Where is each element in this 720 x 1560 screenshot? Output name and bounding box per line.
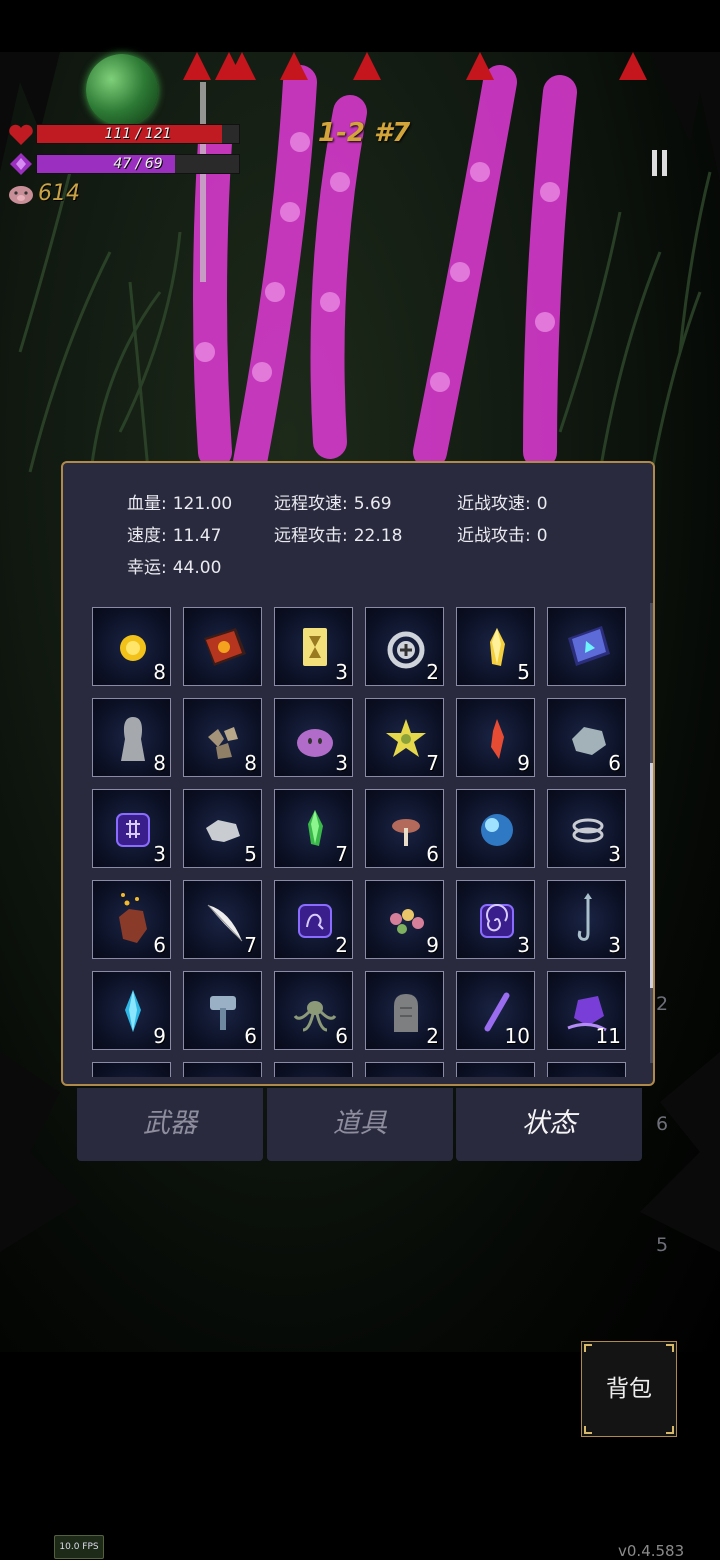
item-slot[interactable] (92, 1062, 171, 1077)
item-slot[interactable]: 3 (274, 698, 353, 777)
item-slot[interactable]: 8 (183, 698, 262, 777)
health-bar: 111 / 121 (36, 124, 240, 144)
item-count: 8 (153, 751, 166, 775)
item-slot[interactable]: 10 (456, 971, 535, 1050)
item-count: 6 (426, 842, 439, 866)
item-count: 3 (517, 933, 530, 957)
item-count: 6 (335, 1024, 348, 1048)
item-count: 3 (335, 751, 348, 775)
item-count: 8 (153, 660, 166, 684)
stat-ranged-speed: 远程攻速: 5.69 (274, 494, 392, 514)
backpack-button[interactable]: 背包 (581, 1341, 677, 1437)
item-count: 7 (244, 933, 257, 957)
item-count: 8 (244, 751, 257, 775)
item-slot[interactable] (547, 607, 626, 686)
piggy-bank-icon (7, 182, 35, 210)
character-orb (86, 54, 158, 126)
item-count: 6 (244, 1024, 257, 1048)
item-count: 2 (426, 660, 439, 684)
item-count: 10 (504, 1024, 530, 1048)
item-count: 2 (426, 1024, 439, 1048)
red-tome-icon (204, 628, 246, 666)
item-slot[interactable]: 9 (365, 880, 444, 959)
item-grid: 8 3 2 5 8 8 3 7 9 6 3 5 7 6 3 6 7 2 9 3 3 9 6 6 2 10 11 (92, 607, 632, 1077)
item-slot[interactable]: 7 (274, 789, 353, 868)
item-count: 9 (517, 751, 530, 775)
item-slot[interactable]: 5 (456, 607, 535, 686)
item-slot[interactable]: 6 (92, 880, 171, 959)
version-label: v0.4.583 (618, 1542, 685, 1560)
heart-icon (8, 124, 34, 150)
stat-move-speed: 速度: 11.47 (127, 526, 222, 546)
tab-weapons[interactable]: 武器 (77, 1088, 263, 1161)
item-count: 9 (426, 933, 439, 957)
item-count: 9 (153, 1024, 166, 1048)
pause-button[interactable] (650, 150, 670, 178)
item-slot[interactable] (183, 607, 262, 686)
item-slot[interactable]: 6 (274, 971, 353, 1050)
status-panel: 血量: 121.00 远程攻速: 5.69 近战攻速: 0 速度: 11.47 远程攻击… (61, 461, 655, 1086)
item-slot[interactable]: 3 (547, 880, 626, 959)
item-count: 3 (608, 842, 621, 866)
mana-crystal-icon (9, 152, 33, 180)
item-count: 6 (608, 751, 621, 775)
item-slot[interactable]: 2 (365, 607, 444, 686)
item-slot[interactable]: 11 (547, 971, 626, 1050)
blue-spellbook-icon (568, 626, 610, 666)
side-count: 6 (656, 1113, 669, 1135)
item-slot[interactable] (274, 1062, 353, 1077)
item-slot[interactable]: 9 (456, 698, 535, 777)
item-count: 3 (335, 660, 348, 684)
item-slot[interactable]: 9 (92, 971, 171, 1050)
blue-orb-icon (481, 814, 513, 846)
scrollbar-thumb[interactable] (650, 763, 653, 988)
mana-bar: 47 / 69 (36, 154, 240, 174)
item-slot[interactable]: 6 (183, 971, 262, 1050)
item-count: 5 (244, 842, 257, 866)
item-slot[interactable]: 2 (365, 971, 444, 1050)
stat-melee-speed: 近战攻速: 0 (457, 494, 548, 514)
item-count: 7 (335, 842, 348, 866)
stat-melee-attack: 近战攻击: 0 (457, 526, 548, 546)
item-count: 3 (153, 842, 166, 866)
item-count: 5 (517, 660, 530, 684)
side-count: 5 (656, 1234, 669, 1256)
item-slot[interactable]: 2 (274, 880, 353, 959)
wave-indicator: 1-2 #7 (318, 118, 411, 148)
item-slot[interactable]: 3 (274, 607, 353, 686)
item-count: 6 (153, 933, 166, 957)
tab-status[interactable]: 状态 (456, 1088, 642, 1161)
health-text: 111 / 121 (104, 126, 172, 142)
item-slot[interactable] (456, 789, 535, 868)
item-slot[interactable]: 7 (183, 880, 262, 959)
item-slot[interactable]: 5 (183, 789, 262, 868)
item-slot[interactable] (183, 1062, 262, 1077)
coin-count: 614 (38, 181, 80, 206)
item-slot[interactable]: 7 (365, 698, 444, 777)
stat-hp: 血量: 121.00 (127, 494, 233, 514)
fps-counter: 10.0 FPS (54, 1535, 104, 1559)
item-count: 7 (426, 751, 439, 775)
item-slot[interactable]: 8 (92, 607, 171, 686)
item-slot[interactable] (365, 1062, 444, 1077)
item-slot[interactable]: 6 (365, 789, 444, 868)
item-slot[interactable]: 3 (92, 789, 171, 868)
item-count: 3 (608, 933, 621, 957)
item-slot[interactable]: 3 (547, 789, 626, 868)
item-slot[interactable]: 6 (547, 698, 626, 777)
stat-ranged-attack: 远程攻击: 22.18 (274, 526, 403, 546)
side-count: 2 (656, 993, 669, 1015)
tab-items[interactable]: 道具 (267, 1088, 453, 1161)
item-slot[interactable] (547, 1062, 626, 1077)
mana-text: 47 / 69 (113, 156, 163, 172)
item-slot[interactable] (456, 1062, 535, 1077)
item-slot[interactable]: 8 (92, 698, 171, 777)
item-count: 11 (595, 1024, 621, 1048)
item-count: 2 (335, 933, 348, 957)
backpack-label: 背包 (606, 1376, 652, 1402)
item-slot[interactable]: 3 (456, 880, 535, 959)
stat-luck: 幸运: 44.00 (127, 558, 222, 578)
